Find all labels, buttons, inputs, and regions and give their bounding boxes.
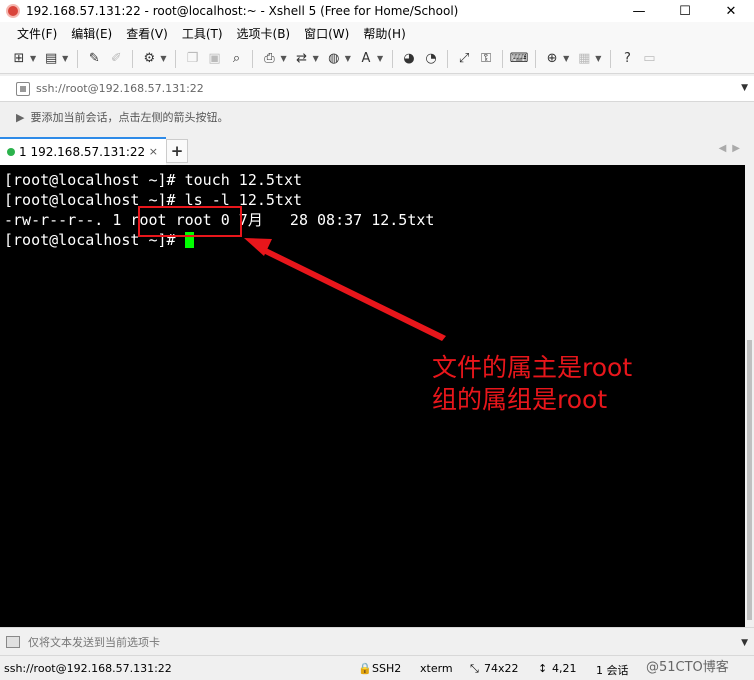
owner-group-highlight-box xyxy=(138,206,242,237)
toolbar-divider xyxy=(252,49,254,68)
cursor-position-icon: ↕ xyxy=(538,662,548,675)
toolbar-divider xyxy=(175,49,177,68)
toolbar-divider xyxy=(610,49,612,68)
status-bar: ssh://root@192.168.57.131:22 🔒 SSH2 xter… xyxy=(0,655,754,680)
chevron-down-icon[interactable]: ▼ xyxy=(563,54,569,63)
font-icon[interactable]: A xyxy=(357,50,375,68)
resize-icon: ⤡ xyxy=(470,662,479,675)
terminal-scrollbar[interactable] xyxy=(745,165,754,627)
watermark: @51CTO博客 xyxy=(646,660,729,675)
xmanager-icon[interactable]: ◔ xyxy=(422,50,440,68)
toolbar-divider xyxy=(132,49,134,68)
terminal-line: [root@localhost ~]# ls -l 12.5txt xyxy=(4,191,303,209)
fullscreen-icon[interactable]: ⤢ xyxy=(455,50,473,68)
menu-edit[interactable]: 编辑(E) xyxy=(64,25,119,42)
keyboard-icon[interactable]: ⌨ xyxy=(510,50,529,68)
toolbar-divider xyxy=(447,49,449,68)
connected-status-icon xyxy=(7,148,15,156)
xftp-icon[interactable]: ◕ xyxy=(400,50,418,68)
add-tab-button[interactable]: + xyxy=(166,139,188,163)
terminal-area[interactable]: [root@localhost ~]# touch 12.5txt [root@… xyxy=(0,165,745,627)
menu-view[interactable]: 查看(V) xyxy=(119,25,175,42)
maximize-button[interactable]: ☐ xyxy=(662,0,708,22)
chevron-down-icon[interactable]: ▼ xyxy=(313,54,319,63)
menu-tools[interactable]: 工具(T) xyxy=(175,25,230,42)
layout-icon[interactable]: ▦ xyxy=(575,50,593,68)
tab-bar: 1 192.168.57.131:22 × + ◀▶ xyxy=(0,137,754,165)
close-button[interactable]: ✕ xyxy=(708,0,754,22)
menu-window[interactable]: 窗口(W) xyxy=(297,25,356,42)
status-sessions: 1 会话 xyxy=(596,664,629,677)
transfer-icon[interactable]: ⇄ xyxy=(293,50,311,68)
toolbar-divider xyxy=(77,49,79,68)
status-size: 74x22 xyxy=(484,662,519,675)
chevron-down-icon[interactable]: ▼ xyxy=(30,54,36,63)
new-tab-icon[interactable]: ⊕ xyxy=(543,50,561,68)
xshell-app-icon xyxy=(6,4,20,18)
find-icon[interactable]: ⌕ xyxy=(227,50,245,68)
chevron-down-icon[interactable]: ▼ xyxy=(741,83,748,93)
status-connection: ssh://root@192.168.57.131:22 xyxy=(4,662,172,675)
print-icon[interactable]: ⎙ xyxy=(260,50,278,68)
tab-close-icon[interactable]: × xyxy=(149,145,158,158)
chat-icon[interactable]: ▭ xyxy=(640,50,658,68)
chevron-down-icon[interactable]: ▼ xyxy=(280,54,286,63)
title-bar: 192.168.57.131:22 - root@localhost:~ - X… xyxy=(0,0,754,22)
compose-bar[interactable]: 仅将文本发送到当前选项卡 ▼ xyxy=(0,627,754,655)
disconnect-icon[interactable]: ✐ xyxy=(107,50,125,68)
terminal-line: [root@localhost ~]# touch 12.5txt xyxy=(4,171,303,189)
toolbar-divider xyxy=(535,49,537,68)
new-session-icon[interactable]: ⊞ xyxy=(10,50,28,68)
copy-icon[interactable]: ❐ xyxy=(183,50,201,68)
menu-bar: 文件(F) 编辑(E) 查看(V) 工具(T) 选项卡(B) 窗口(W) 帮助(… xyxy=(0,22,754,44)
compose-icon[interactable] xyxy=(6,635,20,648)
lock-icon[interactable]: ⚿ xyxy=(477,50,495,68)
terminal-line: -rw-r--r--. 1 root root 0 7月 28 08:37 12… xyxy=(4,211,435,229)
help-icon[interactable]: ? xyxy=(618,50,636,68)
hint-bar: ▶ 要添加当前会话，点击左侧的箭头按钮。 xyxy=(0,104,754,130)
reconnect-icon[interactable]: ✎ xyxy=(85,50,103,68)
annotation-line-2: 组的属组是root xyxy=(432,385,608,414)
menu-tabs[interactable]: 选项卡(B) xyxy=(230,25,298,42)
hint-text: 要添加当前会话，点击左侧的箭头按钮。 xyxy=(30,111,229,124)
toolbar-divider xyxy=(502,49,504,68)
status-protocol: SSH2 xyxy=(372,662,402,675)
annotation-line-1: 文件的属主是root xyxy=(432,353,633,382)
annotation-text: 文件的属主是root 组的属组是root xyxy=(432,352,632,416)
address-input[interactable]: ssh://root@192.168.57.131:22 xyxy=(36,82,204,95)
window-title: 192.168.57.131:22 - root@localhost:~ - X… xyxy=(26,4,459,18)
chevron-down-icon[interactable]: ▼ xyxy=(62,54,68,63)
tab-scroll-arrows[interactable]: ◀▶ xyxy=(719,143,746,154)
toolbar-divider xyxy=(392,49,394,68)
globe-icon[interactable]: ◍ xyxy=(325,50,343,68)
tab-session-1[interactable]: 1 192.168.57.131:22 × xyxy=(0,137,166,165)
window-controls: — ☐ ✕ xyxy=(616,0,754,22)
tab-label: 1 192.168.57.131:22 xyxy=(19,145,146,159)
lock-icon: 🔒 xyxy=(358,662,372,675)
paste-icon[interactable]: ▣ xyxy=(205,50,223,68)
status-term: xterm xyxy=(420,662,453,675)
toolbar: ⊞ ▼ ▤ ▼ ✎ ✐ ⚙ ▼ ❐ ▣ ⌕ ⎙ ▼ ⇄ ▼ ◍ ▼ A ▼ ◕ ◔ ⤢ ⚿ ⌨… xyxy=(0,44,754,74)
address-bar[interactable]: ssh://root@192.168.57.131:22 ▼ xyxy=(0,76,754,102)
properties-icon[interactable]: ⚙ xyxy=(140,50,158,68)
scrollbar-thumb[interactable] xyxy=(747,340,752,620)
chevron-down-icon[interactable]: ▼ xyxy=(377,54,383,63)
status-cursor-position: 4,21 xyxy=(552,662,577,675)
chevron-down-icon[interactable]: ▼ xyxy=(595,54,601,63)
terminal-prompt-line: [root@localhost ~]# xyxy=(4,230,745,250)
session-icon xyxy=(16,81,30,96)
minimize-button[interactable]: — xyxy=(616,0,662,22)
chevron-down-icon[interactable]: ▼ xyxy=(741,638,748,648)
menu-help[interactable]: 帮助(H) xyxy=(356,25,412,42)
chevron-down-icon[interactable]: ▼ xyxy=(160,54,166,63)
arrow-right-icon[interactable]: ▶ xyxy=(16,111,24,124)
chevron-down-icon[interactable]: ▼ xyxy=(345,54,351,63)
menu-file[interactable]: 文件(F) xyxy=(10,25,64,42)
open-folder-icon[interactable]: ▤ xyxy=(42,50,60,68)
compose-bar-label: 仅将文本发送到当前选项卡 xyxy=(28,635,160,649)
